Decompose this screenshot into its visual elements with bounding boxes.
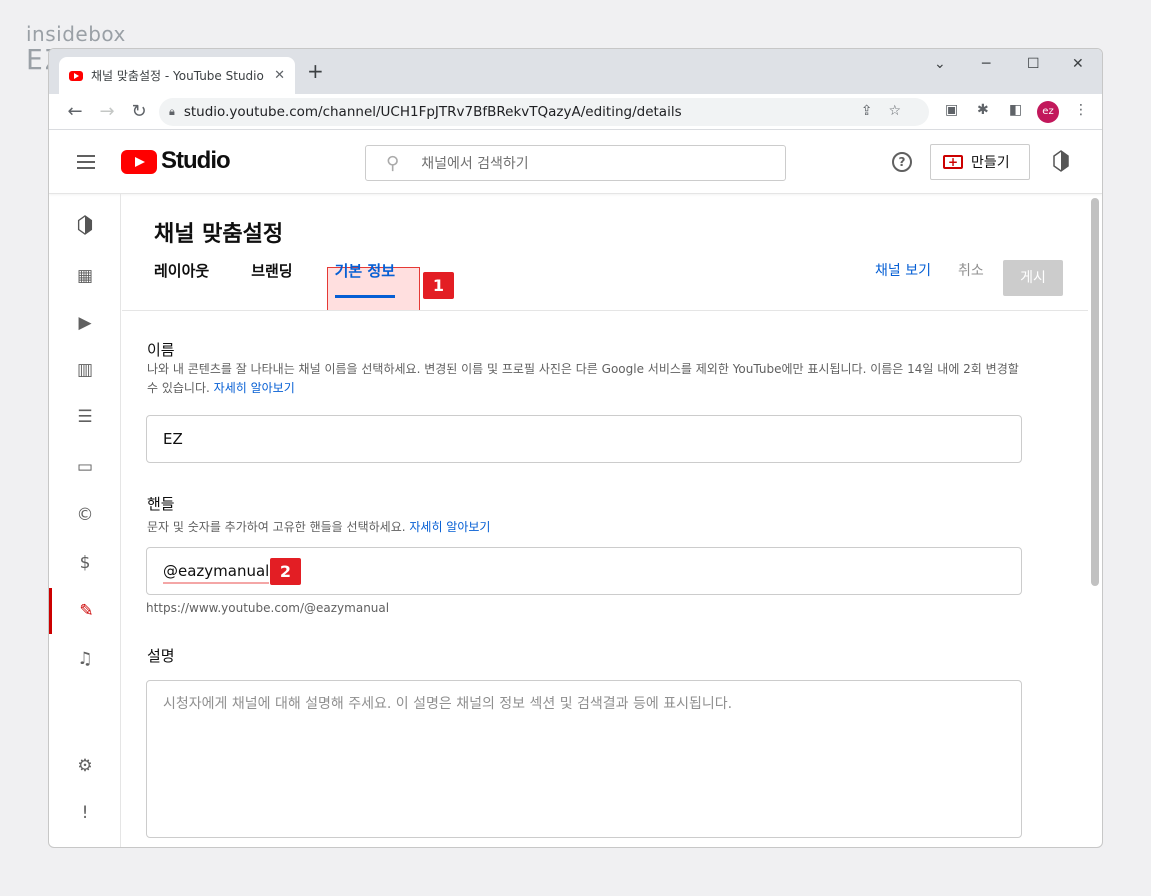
create-button[interactable]: + 만들기 xyxy=(930,144,1030,180)
address-bar-row: ← → ↻ 🔒︎ studio.youtube.com/channel/UCH1… xyxy=(49,94,1102,130)
handle-desc-text: 문자 및 숫자를 추가하여 고유한 핸들을 선택하세요. xyxy=(147,520,406,534)
description-textarea[interactable]: 시청자에게 채널에 대해 설명해 주세요. 이 설명은 채널의 정보 섹션 및 … xyxy=(146,680,1022,838)
tab-strip: 레이아웃 브랜딩 기본 정보 xyxy=(154,260,437,298)
sidebar-item-analytics[interactable]: ▥ xyxy=(49,347,121,393)
scrollbar[interactable] xyxy=(1091,198,1099,586)
cast-icon[interactable]: ▣ xyxy=(945,102,958,118)
create-video-icon: + xyxy=(943,155,963,169)
publish-button[interactable]: 게시 xyxy=(1003,260,1063,296)
minimize-icon[interactable]: ─ xyxy=(982,56,990,72)
watermark-line1: insidebox xyxy=(26,22,126,46)
reload-icon[interactable]: ↻ xyxy=(123,101,155,122)
close-tab-icon[interactable]: ✕ xyxy=(274,68,285,83)
share-bookmark-icons[interactable]: ⇪☆ xyxy=(861,103,917,119)
earn-icon: $ xyxy=(79,553,91,573)
sidebar-item-channel[interactable] xyxy=(49,202,121,248)
extensions-icon[interactable]: ✱ xyxy=(977,102,989,118)
feedback-icon: ! xyxy=(81,803,89,823)
description-placeholder: 시청자에게 채널에 대해 설명해 주세요. 이 설명은 채널의 정보 섹션 및 … xyxy=(163,696,733,712)
profile-avatar[interactable]: ez xyxy=(1037,101,1059,123)
main-content: 채널 맞춤설정 레이아웃 브랜딩 기본 정보 1 채널 보기 취소 게시 이름 … xyxy=(122,194,1102,847)
hamburger-menu-icon[interactable] xyxy=(77,155,95,169)
tab-divider xyxy=(122,310,1088,311)
tab-basic-info[interactable]: 기본 정보 xyxy=(334,260,396,298)
copyright-icon: © xyxy=(76,505,94,525)
audio-library-icon: ♫ xyxy=(77,649,93,669)
step-badge-1: 1 xyxy=(423,272,454,299)
sidebar-item-copyright[interactable]: © xyxy=(49,492,121,538)
account-avatar-icon[interactable] xyxy=(1052,150,1070,172)
description-section-title: 설명 xyxy=(147,647,175,665)
url-bar[interactable]: 🔒︎ studio.youtube.com/channel/UCH1FpJTRv… xyxy=(159,98,929,126)
maximize-icon[interactable]: ☐ xyxy=(1027,56,1040,72)
content-icon: ▶ xyxy=(78,313,92,333)
subtitles-icon: ▭ xyxy=(76,457,94,477)
sidebar-item-feedback[interactable]: ! xyxy=(49,790,121,836)
url-text: studio.youtube.com/channel/UCH1FpJTRv7Bf… xyxy=(183,104,682,120)
search-input[interactable]: ⚲ 채널에서 검색하기 xyxy=(365,145,786,181)
sidebar-item-settings[interactable]: ⚙ xyxy=(49,743,121,789)
lock-icon[interactable]: 🔒︎ xyxy=(169,105,175,119)
cancel-button[interactable]: 취소 xyxy=(958,260,984,280)
handle-url: https://www.youtube.com/@eazymanual xyxy=(146,601,390,615)
handle-section-desc: 문자 및 숫자를 추가하여 고유한 핸들을 선택하세요. 자세히 알아보기 xyxy=(147,518,1027,537)
studio-logo-text[interactable]: Studio xyxy=(161,147,231,175)
sidebar-item-customization[interactable]: ✎ xyxy=(49,588,121,634)
search-placeholder: 채널에서 검색하기 xyxy=(421,156,529,172)
tab-branding[interactable]: 브랜딩 xyxy=(251,260,292,298)
close-window-icon[interactable]: ✕ xyxy=(1072,56,1084,72)
sidebar-item-content[interactable]: ▶ xyxy=(49,300,121,346)
name-value: EZ xyxy=(163,430,183,448)
forward-icon[interactable]: → xyxy=(91,101,123,122)
tab-bar: 채널 맞춤설정 - YouTube Studio ✕ + ⌄ ─ ☐ ✕ xyxy=(49,49,1102,94)
name-field[interactable]: EZ xyxy=(146,415,1022,463)
sidebar-item-comments[interactable]: ☰ xyxy=(49,394,121,440)
sidepanel-icon[interactable]: ◧ xyxy=(1009,102,1022,118)
studio-header: Studio ⚲ 채널에서 검색하기 ? + 만들기 xyxy=(49,130,1102,194)
settings-icon: ⚙ xyxy=(77,756,93,776)
tab-layout[interactable]: 레이아웃 xyxy=(154,260,209,298)
comments-icon: ☰ xyxy=(77,407,93,427)
sidebar-item-earn[interactable]: $ xyxy=(49,540,121,586)
create-label: 만들기 xyxy=(971,155,1010,171)
name-section-desc: 나와 내 콘텐츠를 잘 나타내는 채널 이름을 선택하세요. 변경된 이름 및 … xyxy=(147,360,1027,398)
step-badge-2: 2 xyxy=(270,558,301,585)
tab-search-icon[interactable]: ⌄ xyxy=(934,56,946,72)
menu-dots-icon[interactable]: ⋮ xyxy=(1074,102,1088,118)
browser-window: 채널 맞춤설정 - YouTube Studio ✕ + ⌄ ─ ☐ ✕ ← →… xyxy=(48,48,1103,848)
dashboard-icon: ▦ xyxy=(76,266,94,286)
name-learn-more-link[interactable]: 자세히 알아보기 xyxy=(214,381,295,395)
back-icon[interactable]: ← xyxy=(59,101,91,122)
youtube-favicon-icon xyxy=(69,70,83,81)
handle-value: @eazymanual xyxy=(163,562,270,584)
sidebar-item-subtitles[interactable]: ▭ xyxy=(49,444,121,490)
name-section-title: 이름 xyxy=(147,341,175,359)
browser-tab[interactable]: 채널 맞춤설정 - YouTube Studio ✕ xyxy=(59,57,295,94)
left-sidebar: ▦ ▶ ▥ ☰ ▭ © $ ✎ ♫ ⚙ ! xyxy=(49,194,121,847)
page-title: 채널 맞춤설정 xyxy=(154,222,284,247)
customization-icon: ✎ xyxy=(79,601,94,621)
channel-avatar-icon xyxy=(77,215,93,235)
new-tab-button[interactable]: + xyxy=(307,61,324,81)
view-channel-link[interactable]: 채널 보기 xyxy=(875,260,931,280)
youtube-logo-icon[interactable] xyxy=(121,150,157,174)
sidebar-item-audio-library[interactable]: ♫ xyxy=(49,636,121,682)
tab-title: 채널 맞춤설정 - YouTube Studio xyxy=(91,69,264,83)
handle-section-title: 핸들 xyxy=(147,495,175,513)
analytics-icon: ▥ xyxy=(76,360,94,380)
search-icon: ⚲ xyxy=(386,152,400,174)
handle-learn-more-link[interactable]: 자세히 알아보기 xyxy=(409,520,490,534)
sidebar-item-dashboard[interactable]: ▦ xyxy=(49,253,121,299)
help-icon[interactable]: ? xyxy=(892,152,912,172)
